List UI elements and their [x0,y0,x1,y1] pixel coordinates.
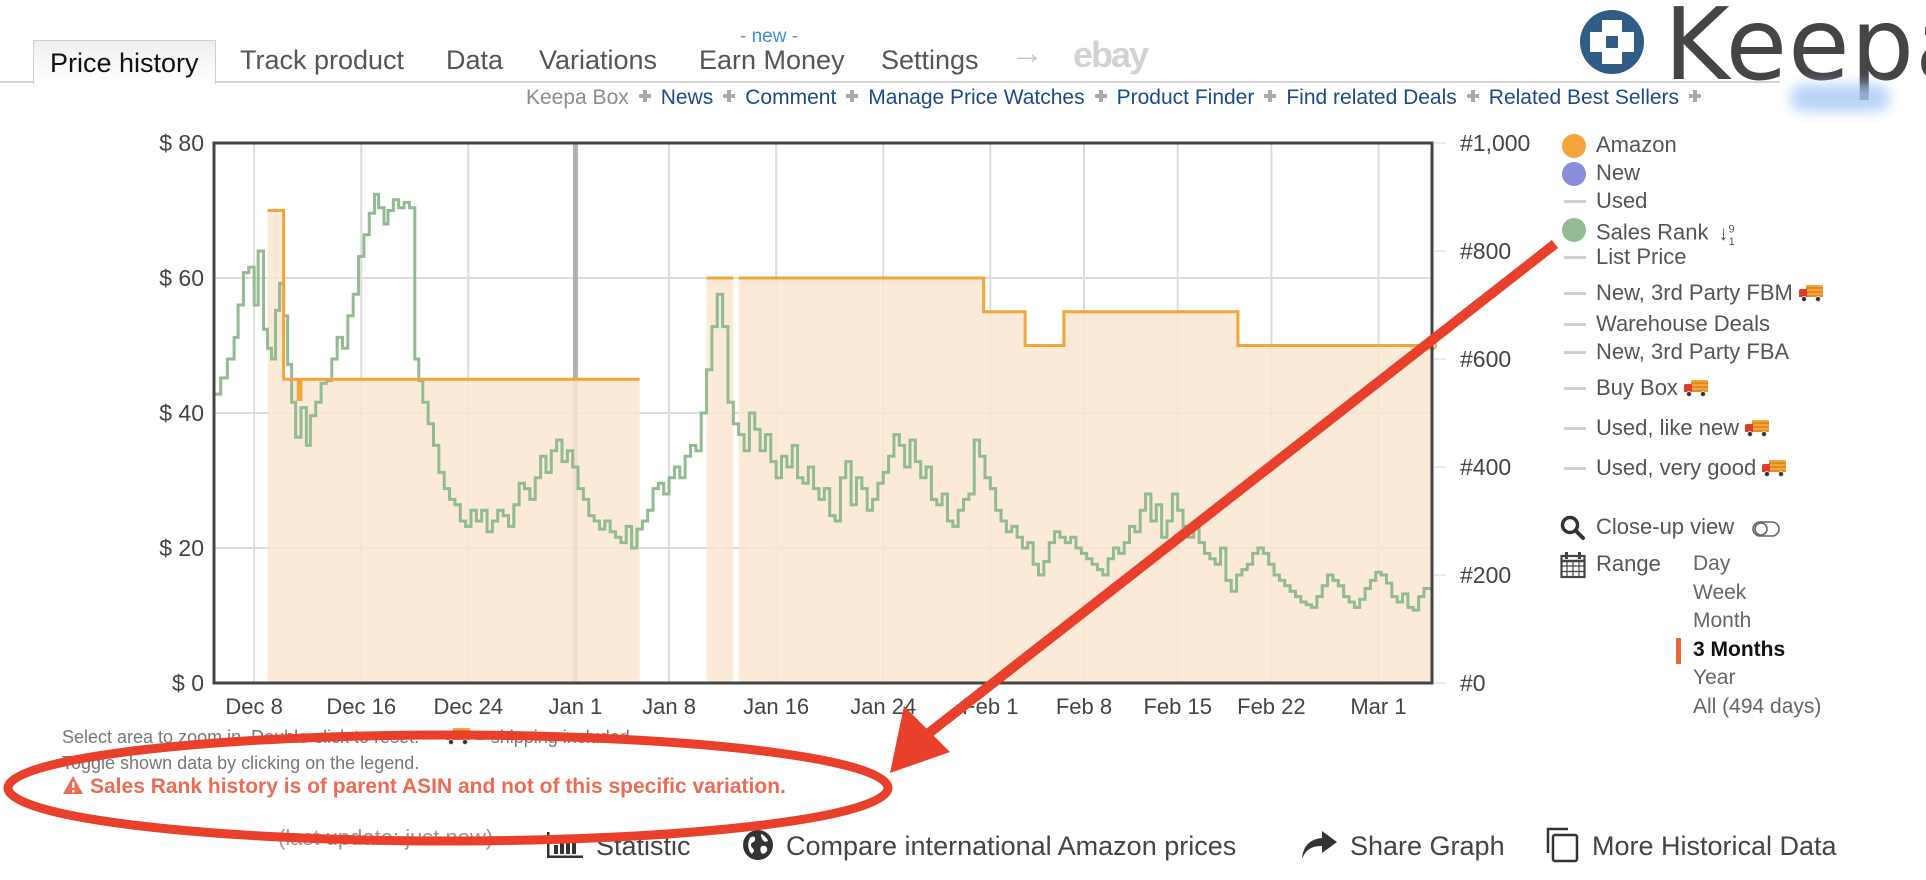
right-tick-label: #200 [1460,562,1511,588]
truck-icon [1683,380,1708,397]
x-tick-label: Feb 15 [1143,694,1212,719]
left-tick-label: $ 40 [159,400,204,426]
warning-icon [63,776,83,794]
truck-icon [446,728,471,745]
x-tick-label: Jan 16 [743,694,809,719]
range-selected-indicator [1676,637,1681,664]
legend-dash-icon [1564,467,1586,470]
legend-label: New [1596,160,1641,185]
legend-dash-icon [1564,351,1586,354]
more-historical-data-button[interactable]: More Historical Data [1544,827,1837,864]
legend-hint: Toggle shown data by clicking on the leg… [62,753,420,773]
compare-label: Compare international Amazon prices [786,831,1237,861]
legend-label: Used, very good [1596,455,1787,481]
zoom-hint-text: Select area to zoom in. Double-click to … [62,727,420,747]
copy-icon [1546,827,1579,863]
legend-dash-icon [1564,256,1586,259]
x-tick-label: Dec 8 [225,694,282,719]
right-tick-label: #400 [1460,454,1511,480]
left-tick-label: $ 60 [159,265,204,291]
share-icon [1302,830,1337,859]
x-tick-label: Feb 8 [1056,694,1112,719]
warning-text: Sales Rank history is of parent ASIN and… [90,775,786,798]
legend-dash-icon [1564,200,1586,203]
legend-label: Buy Box [1596,375,1708,401]
share-graph-button[interactable]: Share Graph [1300,828,1505,864]
right-axis: #0 #200 #400 #600 #800 #1,000 [1434,130,1530,696]
statistic-button[interactable]: Statistic [546,828,691,864]
legend-dash-icon [1564,292,1586,295]
legend-label: Warehouse Deals [1596,311,1771,336]
search-icon [1560,515,1585,540]
last-update: (last update: just now) [278,825,494,850]
x-tick-label: Feb 22 [1237,694,1306,719]
x-tick-label: Jan 24 [850,694,916,719]
legend-dash-icon [1564,387,1586,390]
sort-icon[interactable]: ↓91 [1719,223,1735,248]
toggle-icon[interactable] [1752,520,1782,538]
x-tick-label: Dec 16 [326,694,396,719]
legend-dot-icon [1562,218,1586,242]
legend-label: Used, like new [1596,415,1770,441]
legend-dot-icon [1562,134,1586,158]
right-tick-label: #600 [1460,346,1511,372]
amazon-fill [267,210,640,683]
x-tick-label: Jan 8 [642,694,696,719]
more-data-label: More Historical Data [1592,831,1837,861]
truck-icon [1762,460,1787,477]
right-tick-label: #1,000 [1460,130,1530,156]
amazon-price-line [267,209,640,401]
range-label: Range [1596,551,1661,576]
legend-dash-icon [1564,323,1586,326]
x-tick-label: Dec 24 [433,694,503,719]
range-option-year[interactable]: Year [1693,666,1735,690]
legend-label: Amazon [1596,132,1677,157]
legend-label: New, 3rd Party FBA [1596,339,1790,364]
shipping-hint-text: = shipping included [475,727,630,747]
closeup-label: Close-up view [1596,514,1735,539]
range-option-month[interactable]: Month [1693,609,1751,633]
truck-icon [1745,420,1770,437]
x-axis: Dec 8 Dec 16 Dec 24 Jan 1 Jan 8 Jan 16 Jan 24 F… [225,694,1406,719]
amazon-fill [738,278,1432,683]
legend-dot-icon [1562,162,1586,186]
right-tick-label: #800 [1460,238,1511,264]
right-tick-label: #0 [1460,670,1486,696]
legend-label: Used [1596,188,1648,213]
zoom-hint: Select area to zoom in. Double-click to … [62,727,630,748]
x-tick-label: Feb 1 [962,694,1018,719]
range-option-day[interactable]: Day [1693,552,1730,576]
globe-icon [743,829,773,860]
range-option-3-months[interactable]: 3 Months [1693,638,1785,662]
amazon-fill-area [267,210,1432,683]
range-option-all-494-days-[interactable]: All (494 days) [1693,695,1821,719]
left-axis: $ 0 $ 20 $ 40 $ 60 $ 80 [159,130,204,696]
legend-label: New, 3rd Party FBM [1596,280,1823,306]
compare-international-button[interactable]: Compare international Amazon prices [742,828,1236,864]
x-tick-label: Mar 1 [1350,694,1406,719]
legend-label: List Price [1596,244,1687,269]
x-tick-label: Jan 1 [548,694,602,719]
calendar-icon [1560,552,1586,579]
left-tick-label: $ 0 [172,670,204,696]
legend-dash-icon [1564,427,1586,430]
statistic-label: Statistic [596,831,691,861]
left-tick-label: $ 20 [159,535,204,561]
sales-rank-warning: Sales Rank history is of parent ASIN and… [62,775,786,799]
share-label: Share Graph [1350,831,1505,861]
range-option-week[interactable]: Week [1693,581,1746,605]
truck-icon [1798,285,1823,302]
left-tick-label: $ 80 [159,130,204,156]
bar-chart-icon [547,831,583,858]
